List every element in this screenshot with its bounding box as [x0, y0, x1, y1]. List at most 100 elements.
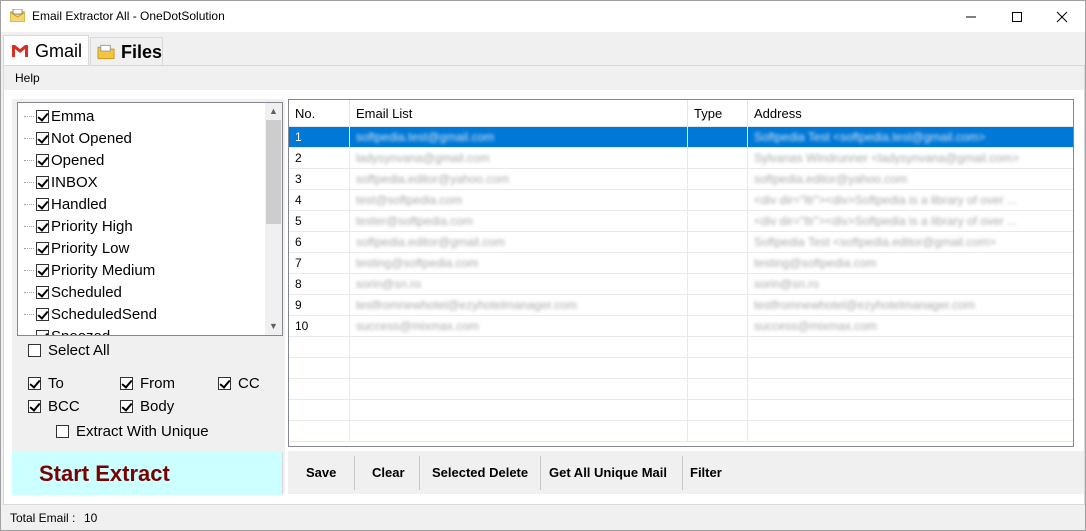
- table-row[interactable]: [289, 400, 1073, 421]
- col-address[interactable]: Address: [748, 100, 1073, 127]
- tree-scrollbar[interactable]: ▲ ▼: [265, 103, 282, 335]
- folder-checkbox[interactable]: [36, 175, 49, 189]
- email-grid[interactable]: No. Email List Type Address 1 softpedia.t…: [288, 99, 1074, 447]
- app-icon: [10, 9, 25, 22]
- window-title: Email Extractor All - OneDotSolution: [32, 9, 225, 23]
- folder-checkbox[interactable]: [36, 197, 49, 211]
- table-row[interactable]: 7 testing@softpedia.com testing@softpedia.…: [289, 253, 1073, 274]
- gmail-icon: [12, 45, 28, 57]
- selected-delete-button[interactable]: Selected Delete: [424, 456, 536, 490]
- table-row[interactable]: 6 softpedia.editor@gmail.com Softpedia Tes…: [289, 232, 1073, 253]
- folder-item[interactable]: INBOX: [24, 171, 98, 193]
- select-all-box[interactable]: [28, 344, 41, 357]
- folder-checkbox[interactable]: [36, 285, 49, 299]
- col-type[interactable]: Type: [688, 100, 748, 127]
- clear-button[interactable]: Clear: [364, 456, 413, 490]
- table-row[interactable]: [289, 337, 1073, 358]
- total-email-value: 10: [84, 511, 98, 525]
- unique-box[interactable]: [56, 425, 69, 438]
- folder-item[interactable]: Not Opened: [24, 127, 132, 149]
- table-row[interactable]: 10 success@mixmax.com success@mixmax.com: [289, 316, 1073, 337]
- filter-button[interactable]: Filter: [682, 456, 730, 490]
- cell-address: Softpedia Test <softpedia.test@gmail.com…: [748, 127, 1073, 148]
- folder-checkbox[interactable]: [36, 109, 49, 123]
- table-row[interactable]: 3 softpedia.editor@yahoo.com softpedia.edi…: [289, 169, 1073, 190]
- folder-label: ScheduledSend: [51, 305, 157, 323]
- tree-connector: [24, 203, 34, 205]
- from-box[interactable]: [120, 377, 133, 390]
- table-row[interactable]: 2 ladysynvana@gmail.com Sylvanas Windrunne…: [289, 148, 1073, 169]
- cell-address-text: <div dir="ltr"><div>Softpedia is a libra…: [754, 214, 1017, 228]
- scroll-thumb[interactable]: [266, 120, 281, 224]
- table-row[interactable]: 9 testfromnewhotel@ezyhotelmanager.com tes…: [289, 295, 1073, 316]
- tree-connector: [24, 225, 34, 227]
- minimize-button[interactable]: [948, 1, 994, 32]
- cell-email: [350, 337, 688, 358]
- close-button[interactable]: [1039, 1, 1085, 32]
- cell-address-text: success@mixmax.com: [754, 319, 877, 333]
- to-box[interactable]: [28, 377, 41, 390]
- folder-item[interactable]: ScheduledSend: [24, 303, 157, 325]
- cell-email: ladysynvana@gmail.com: [350, 148, 688, 169]
- folder-item[interactable]: Snoozed: [24, 325, 110, 337]
- col-no[interactable]: No.: [289, 100, 350, 127]
- tab-gmail[interactable]: Gmail: [3, 35, 89, 66]
- save-button[interactable]: Save: [298, 456, 344, 490]
- cc-box[interactable]: [218, 377, 231, 390]
- bcc-checkbox[interactable]: BCC: [28, 398, 80, 415]
- folder-item[interactable]: Priority High: [24, 215, 133, 237]
- folder-item[interactable]: Opened: [24, 149, 104, 171]
- table-row[interactable]: 4 test@softpedia.com <div dir="ltr"><div>S…: [289, 190, 1073, 211]
- folder-checkbox[interactable]: [36, 131, 49, 145]
- from-checkbox[interactable]: From: [120, 375, 175, 392]
- maximize-icon: [1012, 12, 1022, 22]
- folder-checkbox[interactable]: [36, 263, 49, 277]
- folder-item[interactable]: Priority Low: [24, 237, 129, 259]
- maximize-button[interactable]: [994, 1, 1040, 32]
- folder-tree[interactable]: Emma Not Opened Opened INBOX Handled Priority…: [17, 102, 283, 336]
- body-box[interactable]: [120, 400, 133, 413]
- cell-address: [748, 421, 1073, 442]
- to-label: To: [48, 375, 64, 392]
- toolbar-separator: [354, 456, 355, 490]
- start-extract-button[interactable]: Start Extract: [12, 452, 283, 495]
- folder-checkbox[interactable]: [36, 329, 49, 335]
- folder-item[interactable]: Handled: [24, 193, 107, 215]
- folder-item[interactable]: Priority Medium: [24, 259, 155, 281]
- table-row[interactable]: [289, 358, 1073, 379]
- cell-address: <div dir="ltr"><div>Softpedia is a libra…: [748, 190, 1073, 211]
- get-unique-button[interactable]: Get All Unique Mail: [541, 456, 675, 490]
- table-row[interactable]: 1 softpedia.test@gmail.com Softpedia Test …: [289, 127, 1073, 148]
- bcc-box[interactable]: [28, 400, 41, 413]
- folder-item[interactable]: Scheduled: [24, 281, 122, 303]
- cell-email-text: softpedia.editor@yahoo.com: [356, 172, 509, 186]
- folder-item[interactable]: Emma: [24, 105, 94, 127]
- to-checkbox[interactable]: To: [28, 375, 64, 392]
- cell-email: [350, 358, 688, 379]
- from-label: From: [140, 375, 175, 392]
- unique-checkbox[interactable]: Extract With Unique: [56, 423, 209, 440]
- table-row[interactable]: [289, 421, 1073, 442]
- folder-label: Emma: [51, 107, 95, 125]
- scroll-up-arrow-icon[interactable]: ▲: [265, 103, 282, 120]
- folder-checkbox[interactable]: [36, 241, 49, 255]
- cc-checkbox[interactable]: CC: [218, 375, 260, 392]
- col-email[interactable]: Email List: [350, 100, 688, 127]
- cell-type: [688, 421, 748, 442]
- cell-email-text: testfromnewhotel@ezyhotelmanager.com: [356, 298, 577, 312]
- table-row[interactable]: 5 tester@softpedia.com <div dir="ltr"><div…: [289, 211, 1073, 232]
- table-row[interactable]: [289, 379, 1073, 400]
- total-email-label: Total Email :: [10, 511, 76, 525]
- scroll-down-arrow-icon[interactable]: ▼: [265, 318, 282, 335]
- folder-checkbox[interactable]: [36, 307, 49, 321]
- body-checkbox[interactable]: Body: [120, 398, 174, 415]
- cell-no: 2: [289, 148, 350, 169]
- tab-files[interactable]: Files: [90, 37, 163, 66]
- table-row[interactable]: 8 sorin@sn.ro sorin@sn.ro: [289, 274, 1073, 295]
- folder-checkbox[interactable]: [36, 219, 49, 233]
- tree-connector: [24, 336, 34, 337]
- select-all-checkbox[interactable]: Select All: [28, 342, 110, 359]
- select-all-label: Select All: [48, 342, 110, 359]
- menu-help[interactable]: Help: [15, 71, 40, 85]
- folder-checkbox[interactable]: [36, 153, 49, 167]
